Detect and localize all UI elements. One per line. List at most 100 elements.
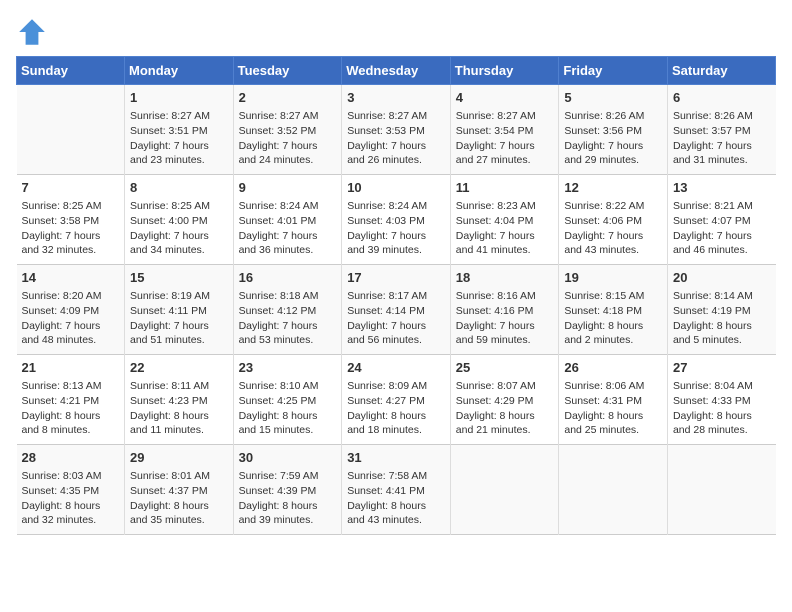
calendar-cell: 10 Sunrise: 8:24 AM Sunset: 4:03 PM Dayli… bbox=[342, 175, 451, 265]
day-number: 5 bbox=[564, 89, 662, 107]
calendar-cell: 26 Sunrise: 8:06 AM Sunset: 4:31 PM Dayli… bbox=[559, 355, 668, 445]
cell-info: Sunrise: 8:11 AM Sunset: 4:23 PM Dayligh… bbox=[130, 379, 228, 438]
day-number: 4 bbox=[456, 89, 554, 107]
calendar-cell: 22 Sunrise: 8:11 AM Sunset: 4:23 PM Dayli… bbox=[125, 355, 234, 445]
day-number: 31 bbox=[347, 449, 445, 467]
logo bbox=[16, 16, 52, 48]
day-number: 26 bbox=[564, 359, 662, 377]
calendar-body: 1 Sunrise: 8:27 AM Sunset: 3:51 PM Daylig… bbox=[17, 85, 776, 535]
day-number: 27 bbox=[673, 359, 771, 377]
day-number: 9 bbox=[239, 179, 337, 197]
calendar-cell: 21 Sunrise: 8:13 AM Sunset: 4:21 PM Dayli… bbox=[17, 355, 125, 445]
cell-info: Sunrise: 8:18 AM Sunset: 4:12 PM Dayligh… bbox=[239, 289, 337, 348]
day-number: 2 bbox=[239, 89, 337, 107]
cell-info: Sunrise: 8:09 AM Sunset: 4:27 PM Dayligh… bbox=[347, 379, 445, 438]
calendar-cell: 20 Sunrise: 8:14 AM Sunset: 4:19 PM Dayli… bbox=[667, 265, 775, 355]
cell-info: Sunrise: 8:24 AM Sunset: 4:01 PM Dayligh… bbox=[239, 199, 337, 258]
cell-info: Sunrise: 8:27 AM Sunset: 3:53 PM Dayligh… bbox=[347, 109, 445, 168]
cell-info: Sunrise: 8:01 AM Sunset: 4:37 PM Dayligh… bbox=[130, 469, 228, 528]
cell-info: Sunrise: 8:27 AM Sunset: 3:52 PM Dayligh… bbox=[239, 109, 337, 168]
cell-info: Sunrise: 8:21 AM Sunset: 4:07 PM Dayligh… bbox=[673, 199, 771, 258]
day-number: 12 bbox=[564, 179, 662, 197]
cell-info: Sunrise: 8:03 AM Sunset: 4:35 PM Dayligh… bbox=[22, 469, 120, 528]
calendar-cell: 19Sunrise: 8:15 AM Sunset: 4:18 PM Dayli… bbox=[559, 265, 668, 355]
calendar-cell: 5 Sunrise: 8:26 AM Sunset: 3:56 PM Daylig… bbox=[559, 85, 668, 175]
calendar-cell: 14Sunrise: 8:20 AM Sunset: 4:09 PM Dayli… bbox=[17, 265, 125, 355]
calendar-cell bbox=[17, 85, 125, 175]
cell-info: Sunrise: 8:15 AM Sunset: 4:18 PM Dayligh… bbox=[564, 289, 662, 348]
day-number: 18 bbox=[456, 269, 554, 287]
day-number: 8 bbox=[130, 179, 228, 197]
calendar-cell bbox=[450, 445, 559, 535]
cell-info: Sunrise: 8:16 AM Sunset: 4:16 PM Dayligh… bbox=[456, 289, 554, 348]
calendar-cell: 1 Sunrise: 8:27 AM Sunset: 3:51 PM Daylig… bbox=[125, 85, 234, 175]
day-number: 15 bbox=[130, 269, 228, 287]
cell-info: Sunrise: 8:19 AM Sunset: 4:11 PM Dayligh… bbox=[130, 289, 228, 348]
cell-info: Sunrise: 8:06 AM Sunset: 4:31 PM Dayligh… bbox=[564, 379, 662, 438]
day-number: 22 bbox=[130, 359, 228, 377]
week-row-5: 28 Sunrise: 8:03 AM Sunset: 4:35 PM Dayli… bbox=[17, 445, 776, 535]
cell-info: Sunrise: 8:23 AM Sunset: 4:04 PM Dayligh… bbox=[456, 199, 554, 258]
calendar-cell: 30 Sunrise: 7:59 AM Sunset: 4:39 PM Dayli… bbox=[233, 445, 342, 535]
calendar-cell: 11 Sunrise: 8:23 AM Sunset: 4:04 PM Dayli… bbox=[450, 175, 559, 265]
header-cell-saturday: Saturday bbox=[667, 57, 775, 85]
cell-info: Sunrise: 7:58 AM Sunset: 4:41 PM Dayligh… bbox=[347, 469, 445, 528]
calendar-cell: 29 Sunrise: 8:01 AM Sunset: 4:37 PM Dayli… bbox=[125, 445, 234, 535]
calendar-cell: 15 Sunrise: 8:19 AM Sunset: 4:11 PM Dayli… bbox=[125, 265, 234, 355]
day-number: 21 bbox=[22, 359, 120, 377]
day-number: 11 bbox=[456, 179, 554, 197]
calendar-cell: 27 Sunrise: 8:04 AM Sunset: 4:33 PM Dayli… bbox=[667, 355, 775, 445]
calendar-cell: 18 Sunrise: 8:16 AM Sunset: 4:16 PM Dayli… bbox=[450, 265, 559, 355]
calendar-cell: 16Sunrise: 8:18 AM Sunset: 4:12 PM Dayli… bbox=[233, 265, 342, 355]
header-cell-monday: Monday bbox=[125, 57, 234, 85]
day-number: 25 bbox=[456, 359, 554, 377]
header-cell-thursday: Thursday bbox=[450, 57, 559, 85]
cell-info: Sunrise: 8:17 AM Sunset: 4:14 PM Dayligh… bbox=[347, 289, 445, 348]
day-number: 30 bbox=[239, 449, 337, 467]
header-cell-sunday: Sunday bbox=[17, 57, 125, 85]
cell-info: Sunrise: 8:13 AM Sunset: 4:21 PM Dayligh… bbox=[22, 379, 120, 438]
day-number: 10 bbox=[347, 179, 445, 197]
calendar-header-row: SundayMondayTuesdayWednesdayThursdayFrid… bbox=[17, 57, 776, 85]
cell-info: Sunrise: 8:25 AM Sunset: 3:58 PM Dayligh… bbox=[22, 199, 120, 258]
calendar-cell: 9 Sunrise: 8:24 AM Sunset: 4:01 PM Daylig… bbox=[233, 175, 342, 265]
calendar-cell bbox=[667, 445, 775, 535]
cell-info: Sunrise: 7:59 AM Sunset: 4:39 PM Dayligh… bbox=[239, 469, 337, 528]
day-number: 28 bbox=[22, 449, 120, 467]
day-number: 20 bbox=[673, 269, 771, 287]
week-row-1: 1 Sunrise: 8:27 AM Sunset: 3:51 PM Daylig… bbox=[17, 85, 776, 175]
cell-info: Sunrise: 8:07 AM Sunset: 4:29 PM Dayligh… bbox=[456, 379, 554, 438]
cell-info: Sunrise: 8:26 AM Sunset: 3:56 PM Dayligh… bbox=[564, 109, 662, 168]
logo-icon bbox=[16, 16, 48, 48]
calendar-cell: 6Sunrise: 8:26 AM Sunset: 3:57 PM Daylig… bbox=[667, 85, 775, 175]
cell-info: Sunrise: 8:24 AM Sunset: 4:03 PM Dayligh… bbox=[347, 199, 445, 258]
cell-info: Sunrise: 8:14 AM Sunset: 4:19 PM Dayligh… bbox=[673, 289, 771, 348]
calendar-table: SundayMondayTuesdayWednesdayThursdayFrid… bbox=[16, 56, 776, 535]
calendar-cell bbox=[559, 445, 668, 535]
cell-info: Sunrise: 8:25 AM Sunset: 4:00 PM Dayligh… bbox=[130, 199, 228, 258]
day-number: 1 bbox=[130, 89, 228, 107]
calendar-cell: 3 Sunrise: 8:27 AM Sunset: 3:53 PM Daylig… bbox=[342, 85, 451, 175]
calendar-cell: 23 Sunrise: 8:10 AM Sunset: 4:25 PM Dayli… bbox=[233, 355, 342, 445]
day-number: 29 bbox=[130, 449, 228, 467]
cell-info: Sunrise: 8:27 AM Sunset: 3:51 PM Dayligh… bbox=[130, 109, 228, 168]
cell-info: Sunrise: 8:26 AM Sunset: 3:57 PM Dayligh… bbox=[673, 109, 771, 168]
cell-info: Sunrise: 8:20 AM Sunset: 4:09 PM Dayligh… bbox=[22, 289, 120, 348]
calendar-cell: 13 Sunrise: 8:21 AM Sunset: 4:07 PM Dayli… bbox=[667, 175, 775, 265]
day-number: 23 bbox=[239, 359, 337, 377]
calendar-cell: 7Sunrise: 8:25 AM Sunset: 3:58 PM Daylig… bbox=[17, 175, 125, 265]
calendar-cell: 24Sunrise: 8:09 AM Sunset: 4:27 PM Dayli… bbox=[342, 355, 451, 445]
header-cell-friday: Friday bbox=[559, 57, 668, 85]
calendar-cell: 12 Sunrise: 8:22 AM Sunset: 4:06 PM Dayli… bbox=[559, 175, 668, 265]
day-number: 13 bbox=[673, 179, 771, 197]
calendar-cell: 8 Sunrise: 8:25 AM Sunset: 4:00 PM Daylig… bbox=[125, 175, 234, 265]
week-row-4: 21 Sunrise: 8:13 AM Sunset: 4:21 PM Dayli… bbox=[17, 355, 776, 445]
cell-info: Sunrise: 8:10 AM Sunset: 4:25 PM Dayligh… bbox=[239, 379, 337, 438]
cell-info: Sunrise: 8:04 AM Sunset: 4:33 PM Dayligh… bbox=[673, 379, 771, 438]
cell-info: Sunrise: 8:27 AM Sunset: 3:54 PM Dayligh… bbox=[456, 109, 554, 168]
calendar-cell: 17Sunrise: 8:17 AM Sunset: 4:14 PM Dayli… bbox=[342, 265, 451, 355]
day-number: 3 bbox=[347, 89, 445, 107]
page-header bbox=[16, 16, 776, 48]
cell-info: Sunrise: 8:22 AM Sunset: 4:06 PM Dayligh… bbox=[564, 199, 662, 258]
header-cell-tuesday: Tuesday bbox=[233, 57, 342, 85]
